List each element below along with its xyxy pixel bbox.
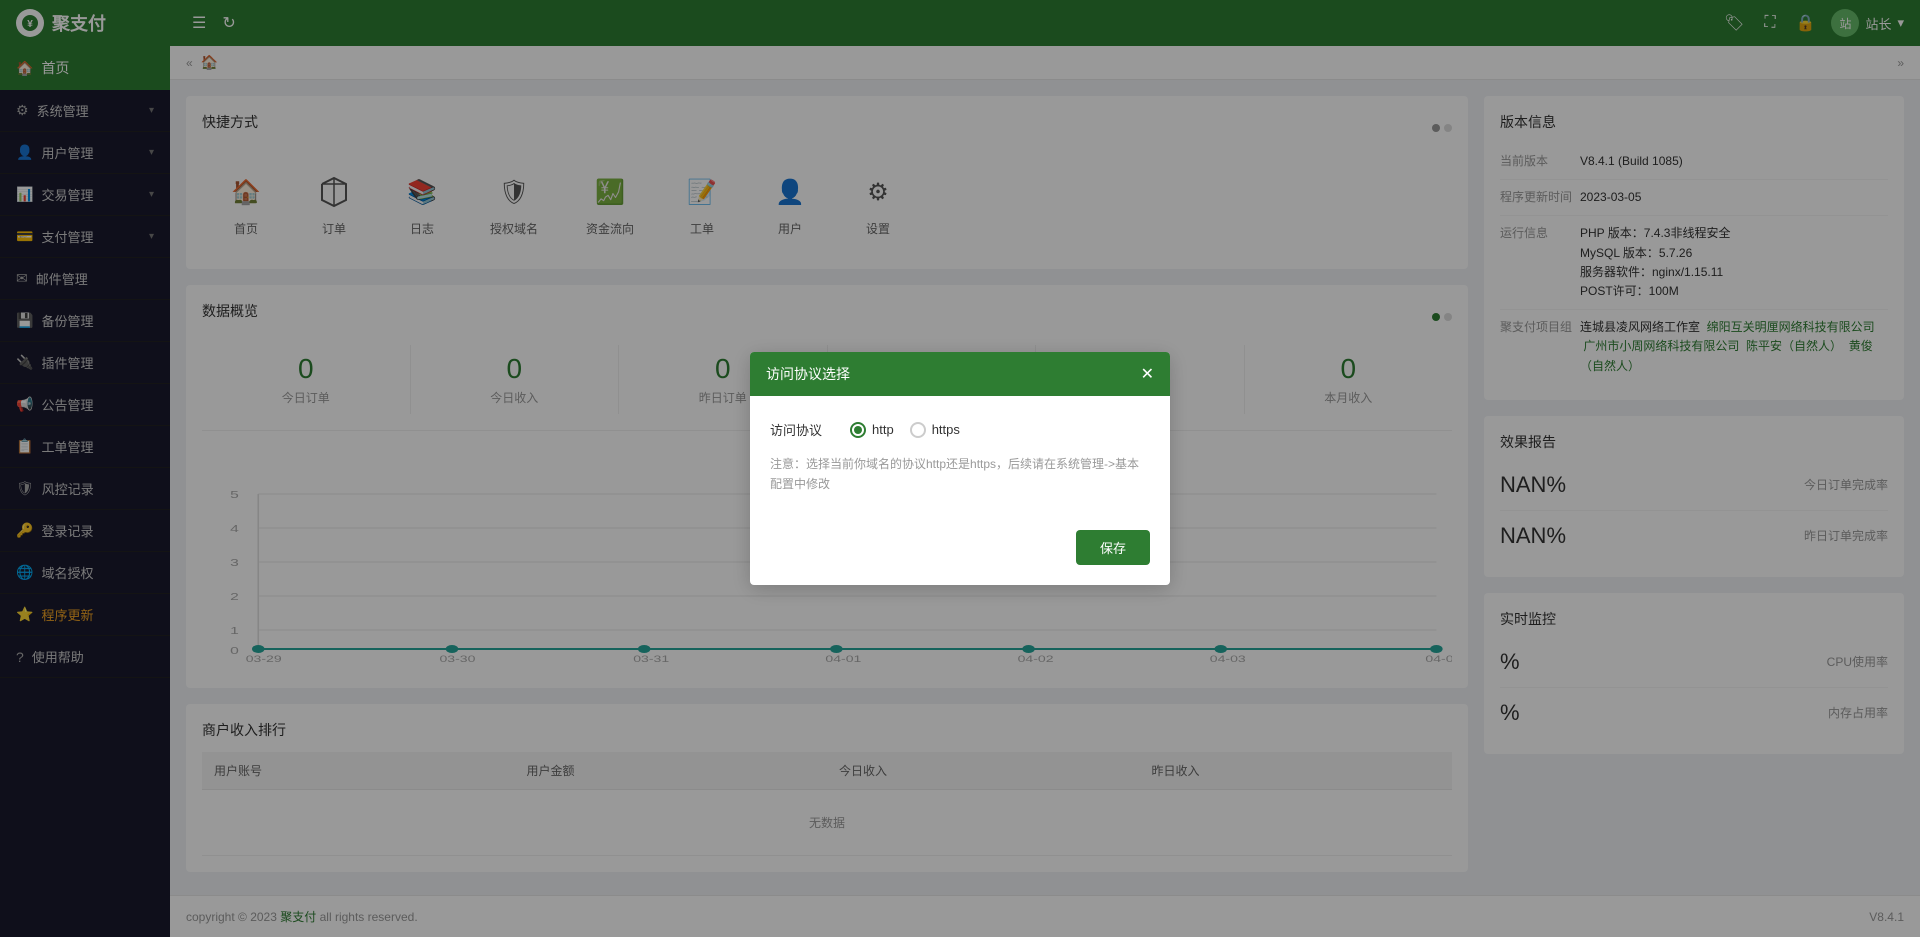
- radio-https-circle: [910, 422, 926, 438]
- radio-https[interactable]: https: [910, 422, 960, 438]
- modal-protocol-label: 访问协议: [770, 420, 850, 439]
- modal-footer: 保存: [750, 518, 1170, 585]
- modal-note: 注意：选择当前你域名的协议http还是https，后续请在系统管理->基本配置中…: [770, 455, 1150, 493]
- modal-protocol-field: http https: [850, 422, 1150, 438]
- modal-overlay[interactable]: 访问协议选择 ✕ 访问协议 http https: [0, 0, 1920, 937]
- radio-https-label: https: [932, 422, 960, 437]
- protocol-modal: 访问协议选择 ✕ 访问协议 http https: [750, 352, 1170, 584]
- modal-title: 访问协议选择: [766, 364, 850, 384]
- modal-close-button[interactable]: ✕: [1141, 364, 1154, 384]
- protocol-radio-group: http https: [850, 422, 960, 438]
- modal-save-button[interactable]: 保存: [1076, 530, 1150, 565]
- radio-http-label: http: [872, 422, 894, 437]
- radio-http[interactable]: http: [850, 422, 894, 438]
- modal-protocol-row: 访问协议 http https: [770, 420, 1150, 439]
- modal-body: 访问协议 http https 注意：选择当前你域名的协议http还是ht: [750, 396, 1170, 517]
- modal-header: 访问协议选择 ✕: [750, 352, 1170, 396]
- radio-http-circle: [850, 422, 866, 438]
